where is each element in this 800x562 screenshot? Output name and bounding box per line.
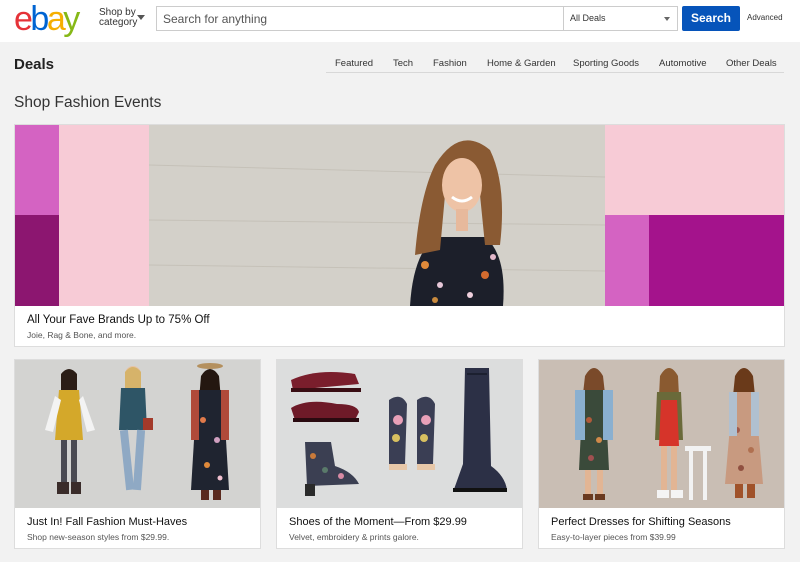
hero-banner[interactable]: All Your Fave Brands Up to 75% Off Joie,…: [14, 124, 785, 347]
shoes-image: [277, 360, 522, 508]
nav-item-sporting-goods[interactable]: Sporting Goods: [573, 58, 639, 69]
logo-letter-y: y: [63, 0, 80, 38]
chevron-down-icon: [664, 17, 670, 21]
event-card-fall-fashion[interactable]: Just In! Fall Fashion Must-Haves Shop ne…: [14, 359, 261, 549]
nav-item-fashion[interactable]: Fashion: [433, 58, 467, 69]
nav-item-featured[interactable]: Featured: [335, 58, 373, 69]
dresses-image: [539, 360, 784, 508]
nav-item-other-deals[interactable]: Other Deals: [726, 58, 777, 69]
search-button[interactable]: Search: [682, 6, 740, 31]
site-header: ebay Shop by category All Deals Search A…: [0, 0, 800, 42]
logo-letter-a: a: [46, 0, 66, 38]
ebay-logo[interactable]: ebay: [14, 0, 80, 38]
card-title: Shoes of the Moment—From $29.99: [289, 516, 467, 528]
card-title: Perfect Dresses for Shifting Seasons: [551, 516, 731, 528]
event-card-dresses[interactable]: Perfect Dresses for Shifting Seasons Eas…: [538, 359, 785, 549]
chevron-down-icon[interactable]: [137, 15, 145, 20]
nav-item-automotive[interactable]: Automotive: [659, 58, 707, 69]
hero-subtitle: Joie, Rag & Bone, and more.: [27, 330, 137, 340]
advanced-search-link[interactable]: Advanced: [747, 13, 783, 22]
category-label: category: [99, 17, 138, 28]
card-title: Just In! Fall Fashion Must-Haves: [27, 516, 188, 528]
search-bar: All Deals: [156, 6, 678, 31]
category-select[interactable]: All Deals: [563, 7, 677, 30]
section-title: Shop Fashion Events: [14, 94, 162, 111]
category-select-value: All Deals: [570, 13, 606, 23]
card-subtitle: Velvet, embroidery & prints galore.: [289, 532, 419, 542]
event-card-shoes[interactable]: Shoes of the Moment—From $29.99 Velvet, …: [276, 359, 523, 549]
card-subtitle: Shop new-season styles from $29.99.: [27, 532, 170, 542]
deals-nav: Featured Tech Fashion Home & Garden Spor…: [326, 56, 784, 73]
page-title: Deals: [14, 56, 55, 73]
logo-letter-e: e: [14, 0, 33, 38]
fall-fashion-image: [15, 360, 260, 508]
logo-letter-b: b: [30, 0, 49, 38]
hero-title: All Your Fave Brands Up to 75% Off: [27, 314, 210, 326]
nav-item-tech[interactable]: Tech: [393, 58, 413, 69]
card-subtitle: Easy-to-layer pieces from $39.99: [551, 532, 676, 542]
nav-item-home-garden[interactable]: Home & Garden: [487, 58, 556, 69]
search-input[interactable]: [157, 7, 561, 30]
shop-by-category-button[interactable]: Shop by category: [99, 8, 137, 28]
hero-image: [15, 125, 784, 306]
